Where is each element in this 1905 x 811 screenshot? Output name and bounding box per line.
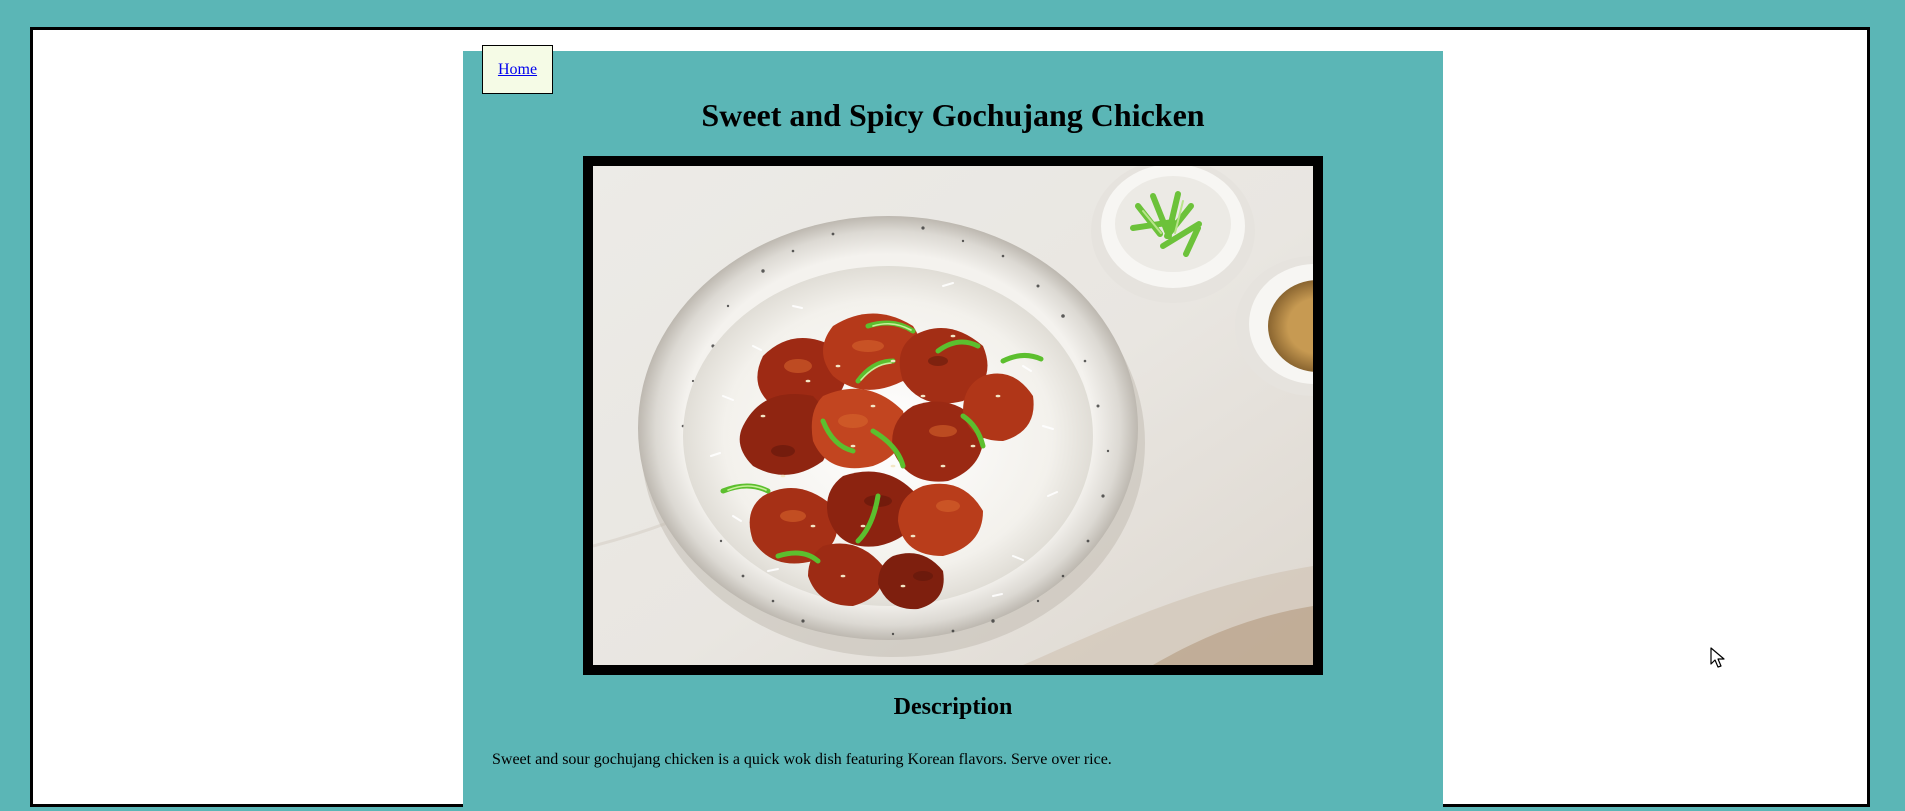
description-text: Sweet and sour gochujang chicken is a qu… [492, 751, 1112, 768]
recipe-panel: Home Sweet and Spicy Gochujang Chicken D… [463, 45, 1443, 811]
recipe-photo [593, 166, 1313, 665]
description-heading: Description [893, 694, 1013, 720]
mouse-pointer-icon [1710, 647, 1726, 669]
recipe-photo-frame [583, 156, 1323, 675]
home-link[interactable]: Home [498, 61, 537, 79]
home-nav-box: Home [482, 45, 553, 94]
page-title: Sweet and Spicy Gochujang Chicken [701, 97, 1205, 133]
